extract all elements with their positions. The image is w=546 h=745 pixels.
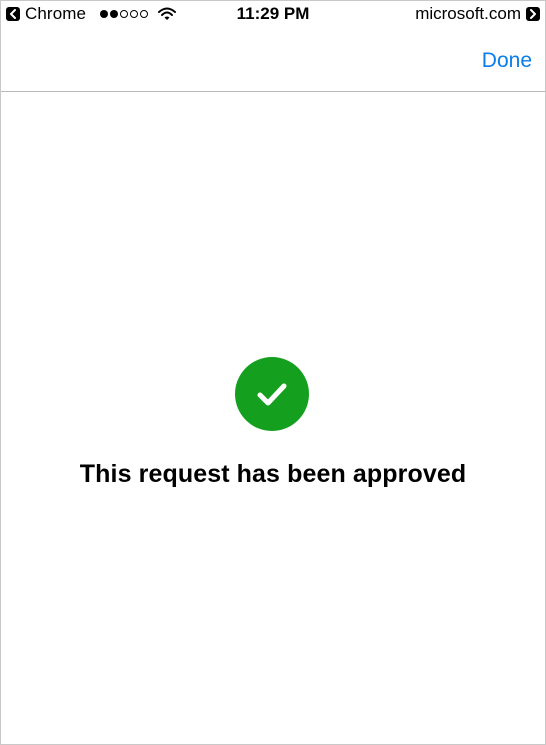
checkmark-circle-icon <box>235 357 309 431</box>
navigation-bar: Done <box>1 27 545 92</box>
status-bar: Chrome 11:29 PM microsoft.com <box>1 1 545 27</box>
approval-message: This request has been approved <box>79 460 467 488</box>
checkmark-icon <box>257 383 287 406</box>
status-bar-right: microsoft.com <box>415 4 540 24</box>
done-button[interactable]: Done <box>482 49 532 73</box>
site-label[interactable]: microsoft.com <box>415 4 521 24</box>
app-screen: Chrome 11:29 PM microsoft.com Done This … <box>0 0 546 745</box>
forward-chevron-icon[interactable] <box>526 7 540 21</box>
content-area: This request has been approved <box>1 92 545 744</box>
